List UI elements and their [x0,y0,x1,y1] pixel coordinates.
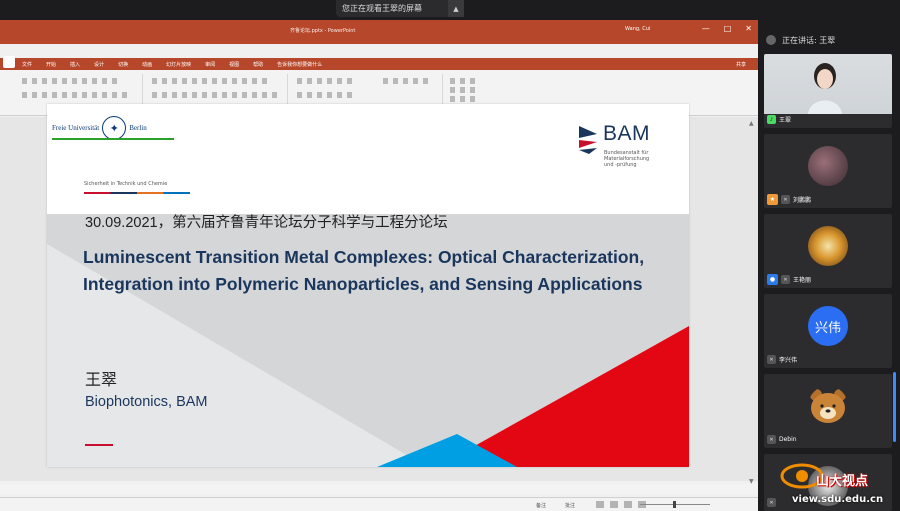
maximize-button[interactable]: □ [724,24,732,33]
participant-label: ● ✕ 王艳丽 [767,274,811,285]
status-bar: 备注 批注 [0,497,758,511]
participant-avatar [808,146,848,186]
mic-muted-icon: ✕ [767,498,776,507]
shape-style-buttons[interactable] [383,78,433,84]
watermark-url: view.sdu.edu.cn [792,494,884,505]
participant-tile[interactable]: 兴伟 ✕ 李兴伟 [764,294,892,368]
slide-title: Luminescent Transition Metal Complexes: … [83,247,645,294]
mic-muted-icon: ✕ [767,435,776,444]
participant-avatar: 兴伟 [808,306,848,346]
tab-slideshow[interactable]: 幻灯片放映 [166,61,191,68]
speaking-indicator: 正在讲话: 王翠 [758,28,900,52]
minimize-button[interactable]: — [702,24,710,33]
panel-scrollbar[interactable] [893,372,896,442]
shapes-gallery-row2[interactable] [297,92,357,98]
participant-tile[interactable]: ★ ✕ 刘鹏鹏 [764,134,892,208]
close-button[interactable]: ✕ [745,24,752,33]
paragraph-buttons[interactable] [152,78,272,84]
tagline-color-bar [84,192,190,194]
replace-button[interactable] [450,87,476,93]
normal-view-icon[interactable] [596,501,604,508]
slide-sorter-icon[interactable] [610,501,618,508]
screen: 您正在观看王翠的屏幕 ▲ 齐鲁论坛.pptx - PowerPoint Wang… [0,0,900,511]
share-button[interactable]: 共享 [736,61,746,68]
slide-date-event: 30.09.2021，第六届齐鲁青年论坛分子科学与工程分论坛 [85,215,448,231]
shapes-gallery[interactable] [297,78,357,84]
font-format-buttons[interactable] [22,92,132,98]
signed-in-user[interactable]: Wang, Cui [625,26,650,32]
view-buttons [596,501,646,508]
participant-video [764,54,892,114]
window-title: 齐鲁论坛.pptx - PowerPoint [290,28,356,34]
participant-label: ★ ✕ 刘鹏鹏 [767,194,811,205]
screen-share-banner[interactable]: 您正在观看王翠的屏幕 ▲ [336,0,464,17]
notes-button[interactable]: 备注 [536,502,546,509]
mic-muted-icon: ✕ [781,275,790,284]
speaker-avatar-icon [766,35,776,45]
tab-home[interactable]: 开始 [46,61,56,68]
speaker-name: 王翠 [85,370,118,389]
participant-name: Debin [779,436,797,443]
participant-avatar [808,226,848,266]
chevron-up-icon[interactable]: ▲ [448,0,464,17]
cohost-badge-icon: ● [767,274,778,285]
tab-view[interactable]: 视图 [229,61,239,68]
participant-tile[interactable]: ✕ Debin [764,374,892,448]
tab-review[interactable]: 审阅 [205,61,215,68]
share-banner-text: 您正在观看王翠的屏幕 [342,4,422,13]
current-slide: Freie Universität ✦ Berlin BAM Bundesans… [47,104,689,467]
fu-underline [52,138,174,140]
bam-wordmark: BAM [603,122,651,145]
tab-help[interactable]: 帮助 [253,61,263,68]
fu-name-right: Berlin [129,124,147,132]
participant-name: 刘鹏鹏 [793,197,812,204]
participant-tile[interactable]: ● ✕ 王艳丽 [764,214,892,288]
participant-name: 李兴伟 [779,357,798,364]
participant-label: ✕ 李兴伟 [767,354,797,365]
participant-tile[interactable]: ♪ 王翠 [764,54,892,128]
find-button[interactable] [450,78,476,84]
tab-transitions[interactable]: 切换 [118,61,128,68]
bear-avatar-icon [808,386,848,426]
mic-muted-icon: ✕ [767,355,776,364]
scroll-up-icon[interactable]: ▲ [749,120,754,127]
participant-label: ✕ Debin [767,434,797,445]
participant-name: 王翠 [779,117,792,124]
alignment-buttons[interactable] [152,92,282,98]
participant-label: ♪ 王翠 [767,114,791,125]
footer-red-dash [85,444,113,446]
participants-panel: 正在讲话: 王翠 ♪ 王翠 ★ ✕ 刘鹏鹏 ● ✕ 王艳丽 兴伟 ✕ 李兴伟 ✕… [758,20,900,511]
fu-seal-icon: ✦ [102,116,127,140]
reading-view-icon[interactable] [624,501,632,508]
window-controls: — □ ✕ [702,24,752,33]
comments-button[interactable]: 批注 [565,502,575,509]
font-name-select[interactable] [22,78,122,84]
mic-active-icon: ♪ [767,115,776,124]
participant-name: 王艳丽 [793,277,812,284]
speaking-text: 正在讲话: 王翠 [782,35,836,45]
vertical-scrollbar[interactable]: ▲ ▼ [749,120,754,490]
slide-thumbnail-icon[interactable] [3,56,15,68]
ppt-titlebar: 齐鲁论坛.pptx - PowerPoint Wang, Cui — □ ✕ [0,20,758,44]
bam-logo-icon [579,126,597,154]
host-badge-icon: ★ [767,194,778,205]
tab-design[interactable]: 设计 [94,61,104,68]
tab-insert[interactable]: 插入 [70,61,80,68]
tab-animations[interactable]: 动画 [142,61,152,68]
select-button[interactable] [450,96,476,102]
ribbon-tabs: 文件 开始 插入 设计 切换 动画 幻灯片放映 审阅 视图 帮助 告诉我你想要做… [0,58,758,70]
fu-berlin-logo: Freie Universität ✦ Berlin [52,116,147,140]
zoom-slider-handle[interactable] [673,501,676,508]
slide-tagline: Sicherheit in Technik und Chemie [84,181,168,187]
fu-name-left: Freie Universität [52,124,100,132]
person-video-figure [808,63,842,114]
tell-me-search[interactable]: 告诉我你想要做什么 [277,61,322,68]
horizontal-scrollbar[interactable] [0,484,758,494]
speaker-affiliation: Biophotonics, BAM [85,394,208,410]
bam-subtitle: Bundesanstalt für Materialforschung und … [604,150,650,168]
watermark-title: 山大视点 [816,474,869,489]
tab-file[interactable]: 文件 [22,61,32,68]
mic-muted-icon: ✕ [781,195,790,204]
